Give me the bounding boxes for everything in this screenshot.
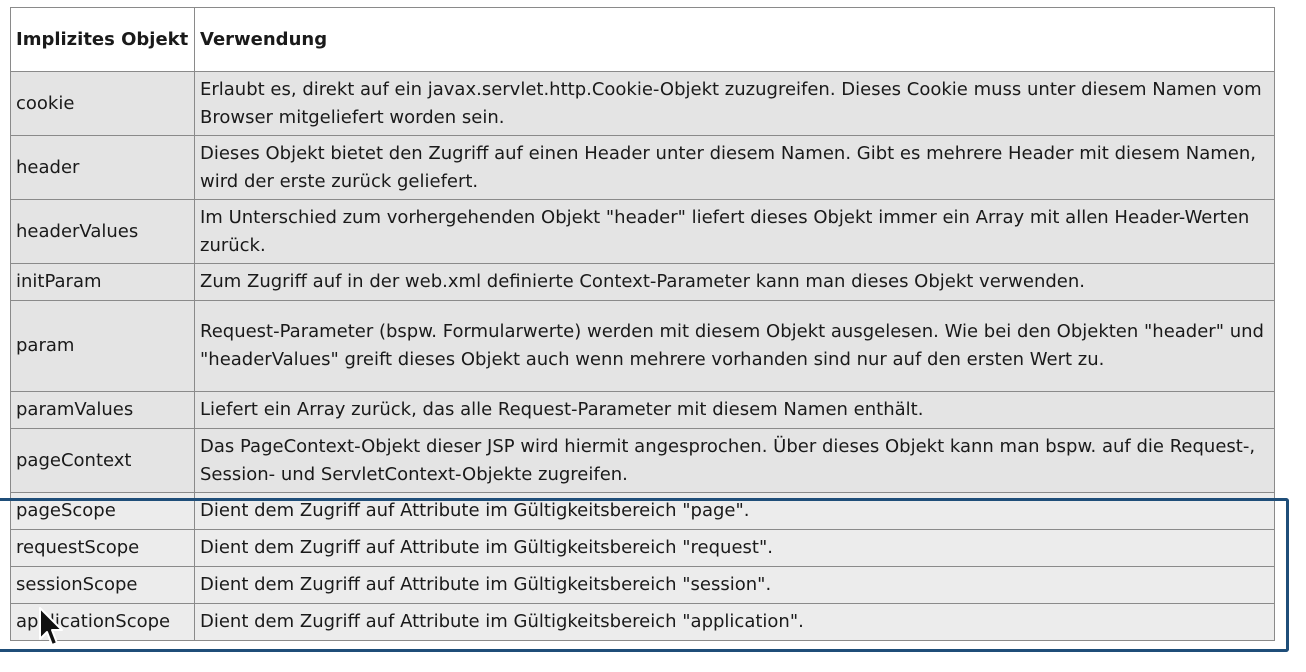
table-row: initParam Zum Zugriff auf in der web.xml… [10,263,1275,301]
object-usage-header: Dieses Objekt bietet den Zugriff auf ein… [194,135,1275,200]
mouse-pointer-icon [39,607,63,646]
object-usage-headervalues: Im Unterschied zum vorhergehenden Objekt… [194,199,1275,264]
object-usage-cookie: Erlaubt es, direkt auf ein javax.servlet… [194,71,1275,136]
object-usage-pagescope: Dient dem Zugriff auf Attribute im Gülti… [194,492,1275,530]
column-header-usage: Verwendung [194,7,1275,72]
object-name-headervalues: headerValues [10,199,195,264]
table-row: sessionScope Dient dem Zugriff auf Attri… [10,566,1275,604]
table-row: header Dieses Objekt bietet den Zugriff … [10,135,1275,200]
table-row: applicationScope Dient dem Zugriff auf A… [10,603,1275,641]
table-row: param Request-Parameter (bspw. Formularw… [10,300,1275,392]
object-usage-initparam: Zum Zugriff auf in der web.xml definiert… [194,263,1275,301]
object-usage-param: Request-Parameter (bspw. Formularwerte) … [194,300,1275,392]
table-row: headerValues Im Unterschied zum vorherge… [10,199,1275,264]
object-usage-requestscope: Dient dem Zugriff auf Attribute im Gülti… [194,529,1275,567]
table-row: pageContext Das PageContext-Objekt diese… [10,428,1275,493]
object-usage-applicationscope: Dient dem Zugriff auf Attribute im Gülti… [194,603,1275,641]
object-usage-pagecontext: Das PageContext-Objekt dieser JSP wird h… [194,428,1275,493]
object-name-header: header [10,135,195,200]
object-name-pagescope: pageScope [10,492,195,530]
screen: Implizites Objekt Verwendung cookie Erla… [0,0,1306,672]
object-name-cookie: cookie [10,71,195,136]
implicit-objects-table: Implizites Objekt Verwendung cookie Erla… [10,7,1275,641]
object-usage-paramvalues: Liefert ein Array zurück, das alle Reque… [194,391,1275,429]
object-name-requestscope: requestScope [10,529,195,567]
object-usage-sessionscope: Dient dem Zugriff auf Attribute im Gülti… [194,566,1275,604]
object-name-initparam: initParam [10,263,195,301]
table-row: requestScope Dient dem Zugriff auf Attri… [10,529,1275,567]
column-header-object: Implizites Objekt [10,7,195,72]
object-name-pagecontext: pageContext [10,428,195,493]
table-row: pageScope Dient dem Zugriff auf Attribut… [10,492,1275,530]
table-header-row: Implizites Objekt Verwendung [10,7,1275,72]
object-name-paramvalues: paramValues [10,391,195,429]
object-name-sessionscope: sessionScope [10,566,195,604]
table-row: paramValues Liefert ein Array zurück, da… [10,391,1275,429]
object-name-param: param [10,300,195,392]
table-row: cookie Erlaubt es, direkt auf ein javax.… [10,71,1275,136]
